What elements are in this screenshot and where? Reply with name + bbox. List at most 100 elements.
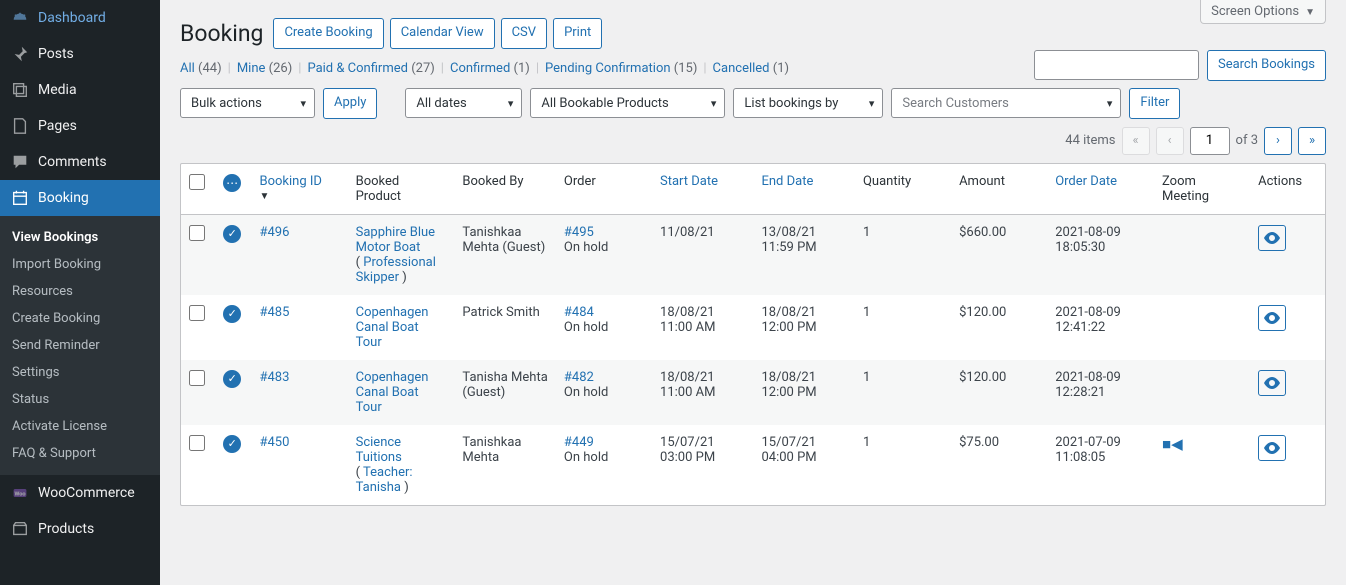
- col-order-date[interactable]: Order Date: [1047, 164, 1154, 215]
- list-by-select[interactable]: List bookings by: [733, 88, 883, 118]
- sidebar-sub-resources[interactable]: Resources: [0, 278, 160, 305]
- quantity-cell: 1: [855, 360, 951, 425]
- row-select-checkbox[interactable]: [189, 225, 205, 241]
- status-icon: ✓: [223, 370, 241, 388]
- table-row: ✓ #450 Science Tuitions ( Teacher: Tanisha…: [181, 425, 1325, 505]
- product-cell[interactable]: Copenhagen Canal Boat Tour: [348, 360, 455, 425]
- sidebar-item-booking[interactable]: Booking: [0, 180, 160, 216]
- sidebar-sub-status[interactable]: Status: [0, 386, 160, 413]
- video-icon[interactable]: ■◀: [1162, 435, 1183, 453]
- screen-options-toggle[interactable]: Screen Options▼: [1200, 0, 1326, 24]
- start-date-cell: 18/08/2111:00 AM: [652, 295, 753, 360]
- col-booking-id[interactable]: Booking ID▼: [251, 164, 347, 215]
- sidebar-item-posts[interactable]: Posts: [0, 36, 160, 72]
- page-title: Booking: [180, 20, 263, 47]
- order-date-cell: 2021-08-0912:28:21: [1047, 360, 1154, 425]
- view-mine[interactable]: Mine (26): [237, 61, 292, 76]
- view-pending-confirmation[interactable]: Pending Confirmation (15): [545, 61, 697, 76]
- products-select[interactable]: All Bookable Products: [530, 88, 725, 118]
- sidebar-submenu: View BookingsImport BookingResourcesCrea…: [0, 216, 160, 475]
- product-cell[interactable]: Copenhagen Canal Boat Tour: [348, 295, 455, 360]
- search-input[interactable]: [1034, 50, 1199, 80]
- sidebar-item-products[interactable]: Products: [0, 511, 160, 547]
- order-status: On hold: [564, 385, 608, 400]
- sidebar-sub-import-booking[interactable]: Import Booking: [0, 251, 160, 278]
- booked-by-cell: Tanishkaa Mehta: [454, 425, 555, 505]
- sidebar-sub-faq-support[interactable]: FAQ & Support: [0, 440, 160, 467]
- view-cancelled[interactable]: Cancelled (1): [713, 61, 790, 76]
- last-page-button[interactable]: »: [1298, 127, 1326, 155]
- view-action-button[interactable]: [1258, 435, 1286, 461]
- sidebar-item-pages[interactable]: Pages: [0, 108, 160, 144]
- booking-id-link[interactable]: #496: [259, 225, 289, 240]
- order-link[interactable]: #484: [564, 305, 594, 320]
- sidebar-item-label: Media: [38, 82, 77, 98]
- start-date-cell: 15/07/2103:00 PM: [652, 425, 753, 505]
- zoom-cell: [1154, 295, 1250, 360]
- booking-id-link[interactable]: #450: [259, 435, 289, 450]
- sidebar-item-label: Posts: [38, 46, 74, 62]
- col-start-date[interactable]: Start Date: [652, 164, 753, 215]
- sidebar-sub-send-reminder[interactable]: Send Reminder: [0, 332, 160, 359]
- order-link[interactable]: #482: [564, 370, 594, 385]
- bulk-actions-select[interactable]: Bulk actions: [180, 88, 315, 118]
- view-all[interactable]: All (44): [180, 61, 222, 76]
- print-button[interactable]: Print: [553, 18, 602, 49]
- sidebar-item-comments[interactable]: Comments: [0, 144, 160, 180]
- admin-sidebar: DashboardPostsMediaPagesCommentsBookingV…: [0, 0, 160, 585]
- start-date-cell: 18/08/2111:00 AM: [652, 360, 753, 425]
- booking-id-link[interactable]: #485: [259, 305, 289, 320]
- first-page-button: «: [1122, 127, 1150, 155]
- apply-button[interactable]: Apply: [323, 88, 377, 119]
- view-action-button[interactable]: [1258, 370, 1286, 396]
- page-input[interactable]: [1190, 127, 1230, 155]
- sidebar-sub-settings[interactable]: Settings: [0, 359, 160, 386]
- col-booked-product: Booked Product: [348, 164, 455, 215]
- svg-text:Woo: Woo: [14, 491, 25, 497]
- quantity-cell: 1: [855, 295, 951, 360]
- create-booking-button[interactable]: Create Booking: [273, 18, 383, 49]
- order-link[interactable]: #495: [564, 225, 594, 240]
- status-icon: ✓: [223, 435, 241, 453]
- filter-button[interactable]: Filter: [1129, 88, 1180, 119]
- col-actions: Actions: [1250, 164, 1325, 215]
- product-cell[interactable]: Science Tuitions ( Teacher: Tanisha ): [348, 425, 455, 505]
- row-select-checkbox[interactable]: [189, 435, 205, 451]
- sidebar-item-media[interactable]: Media: [0, 72, 160, 108]
- status-icon: ✓: [223, 225, 241, 243]
- dates-select[interactable]: All dates: [405, 88, 522, 118]
- zoom-cell: [1154, 214, 1250, 295]
- customers-select[interactable]: Search Customers: [891, 88, 1121, 118]
- quantity-cell: 1: [855, 214, 951, 295]
- next-page-button[interactable]: ›: [1264, 127, 1292, 155]
- table-row: ✓#483Copenhagen Canal Boat TourTanisha M…: [181, 360, 1325, 425]
- comments-icon: [10, 152, 30, 172]
- product-cell[interactable]: Sapphire Blue Motor Boat( Professional S…: [348, 214, 455, 295]
- sort-desc-icon: ▼: [259, 191, 339, 202]
- booking-id-link[interactable]: #483: [259, 370, 289, 385]
- row-select-checkbox[interactable]: [189, 305, 205, 321]
- order-date-cell: 2021-08-0918:05:30: [1047, 214, 1154, 295]
- view-paid-confirmed[interactable]: Paid & Confirmed (27): [307, 61, 434, 76]
- calendar-view-button[interactable]: Calendar View: [390, 18, 495, 49]
- sidebar-sub-view-bookings[interactable]: View Bookings: [0, 224, 160, 251]
- status-icon: ✓: [223, 305, 241, 323]
- sidebar-item-woocommerce[interactable]: WooWooCommerce: [0, 475, 160, 511]
- sidebar-sub-activate-license[interactable]: Activate License: [0, 413, 160, 440]
- amount-cell: $120.00: [951, 360, 1047, 425]
- row-select-checkbox[interactable]: [189, 370, 205, 386]
- order-link[interactable]: #449: [564, 435, 594, 450]
- order-date-cell: 2021-08-0912:41:22: [1047, 295, 1154, 360]
- search-bookings-button[interactable]: Search Bookings: [1207, 50, 1326, 81]
- csv-button[interactable]: CSV: [501, 18, 547, 49]
- main-content: Screen Options▼ Booking Create BookingCa…: [160, 0, 1346, 585]
- view-action-button[interactable]: [1258, 305, 1286, 331]
- amount-cell: $75.00: [951, 425, 1047, 505]
- sidebar-item-dashboard[interactable]: Dashboard: [0, 0, 160, 36]
- sidebar-sub-create-booking[interactable]: Create Booking: [0, 305, 160, 332]
- col-end-date[interactable]: End Date: [753, 164, 854, 215]
- quantity-cell: 1: [855, 425, 951, 505]
- view-action-button[interactable]: [1258, 225, 1286, 251]
- view-confirmed[interactable]: Confirmed (1): [450, 61, 530, 76]
- select-all-checkbox[interactable]: [189, 174, 205, 190]
